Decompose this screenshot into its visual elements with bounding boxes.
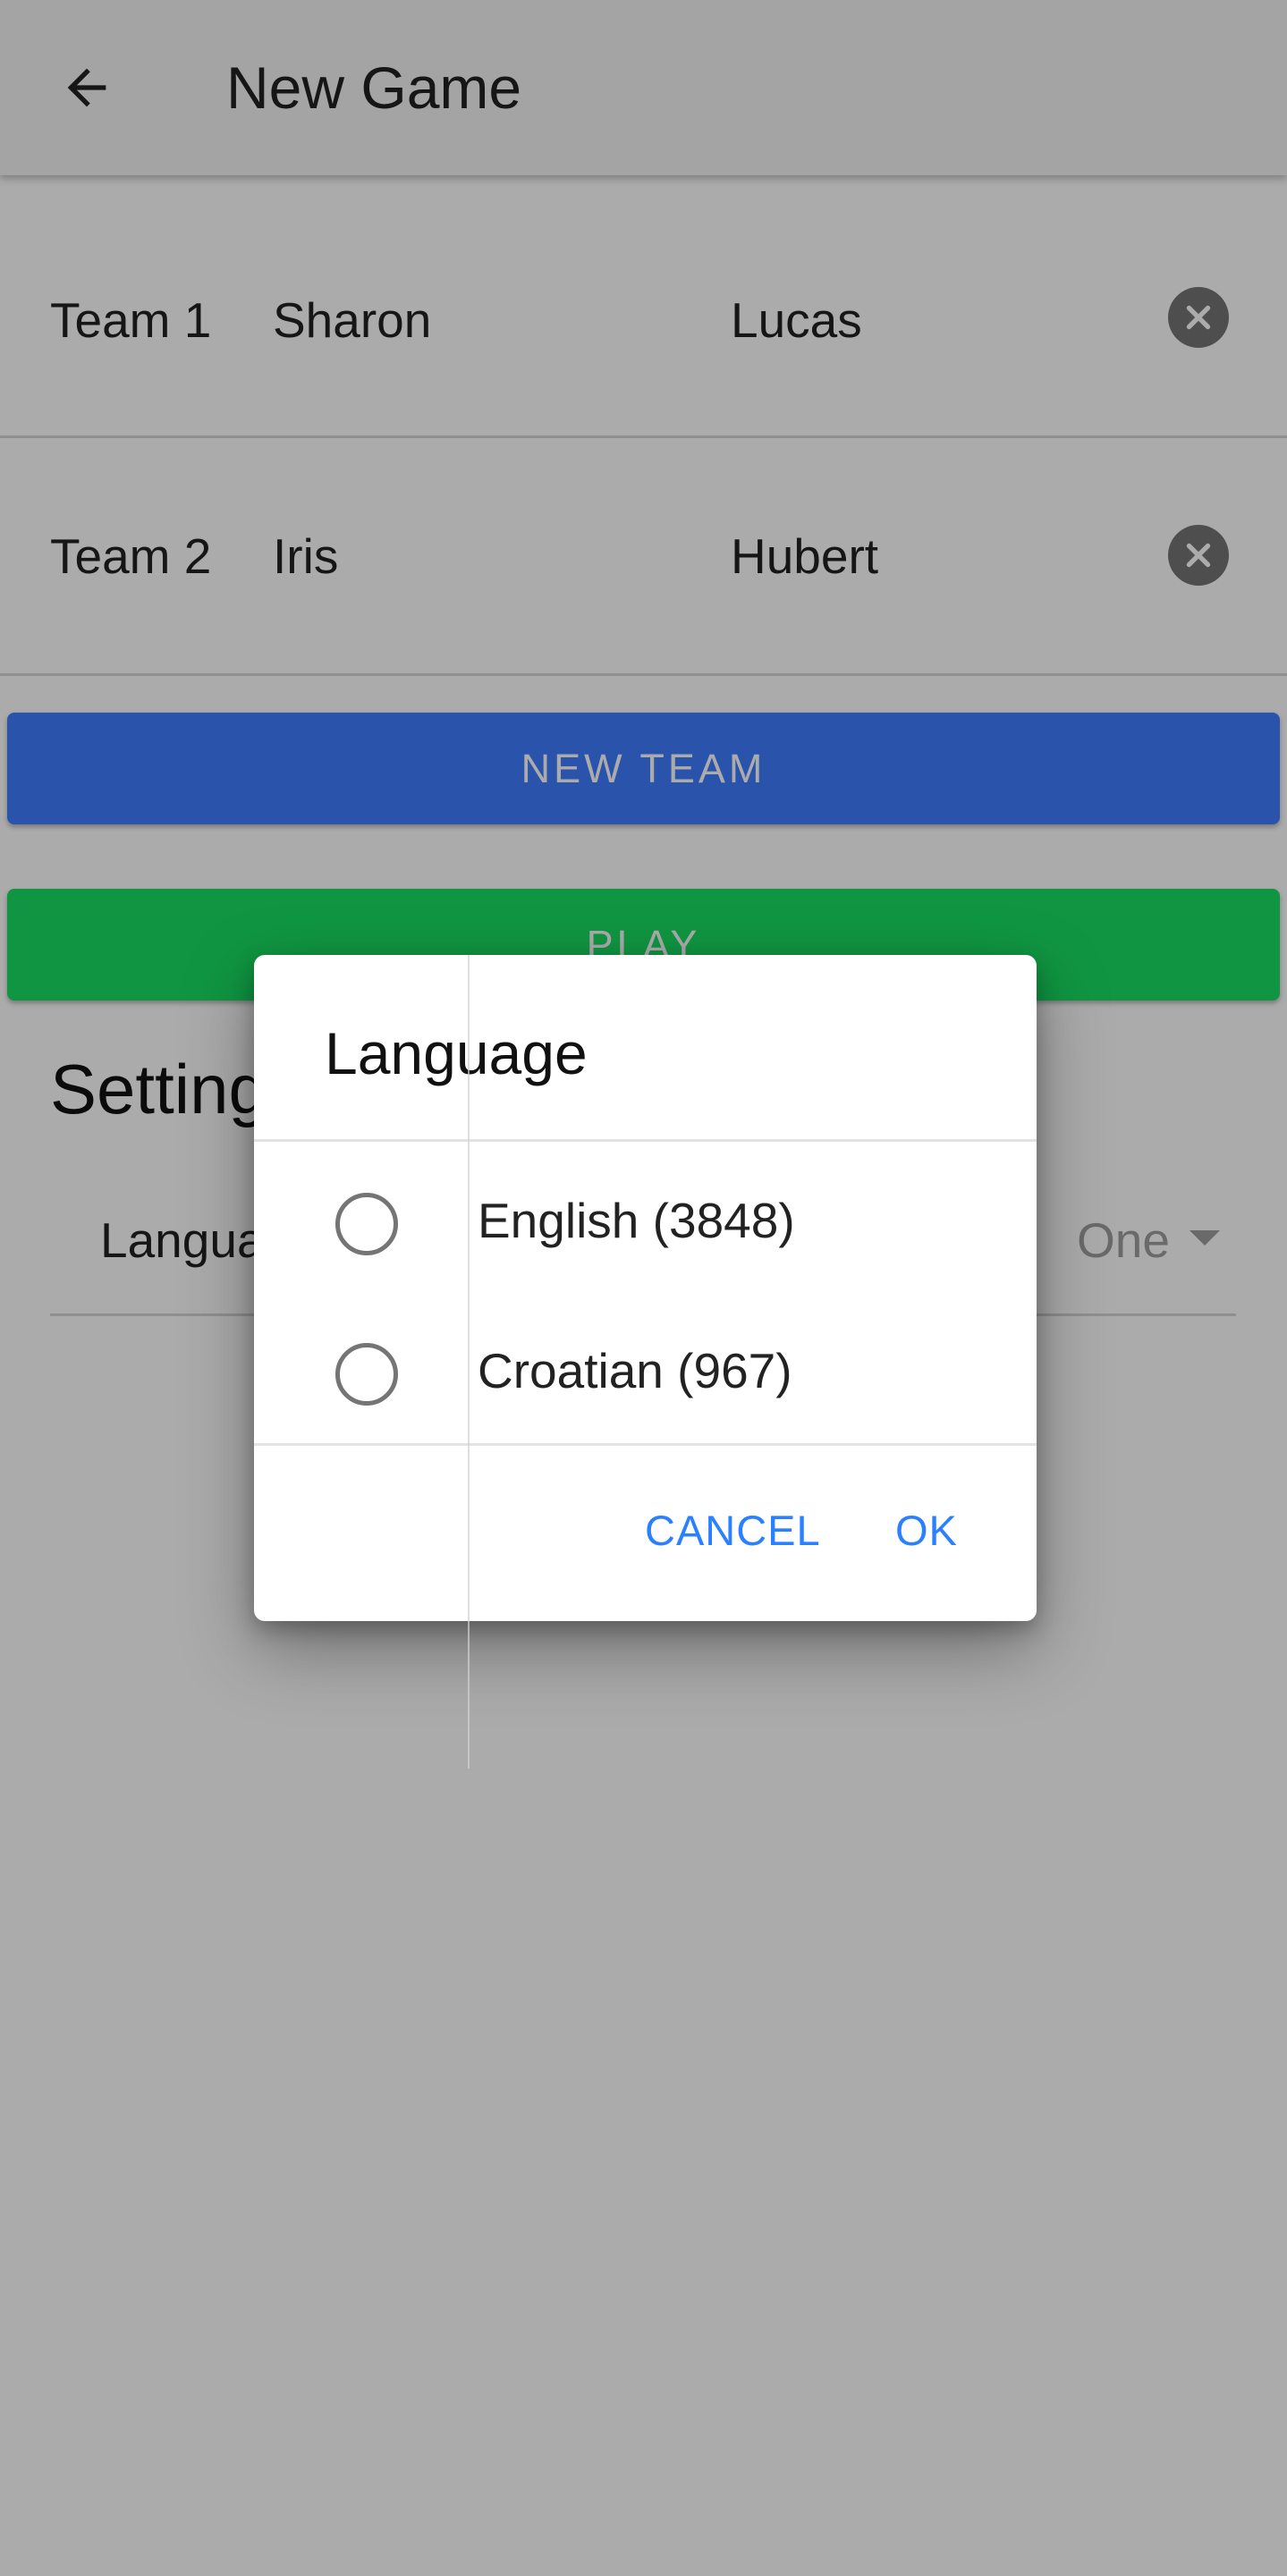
dialog-actions: CANCEL OK [254,1446,1037,1621]
divider [468,955,470,1769]
option-label: Croatian (967) [478,1343,792,1398]
radio-button[interactable] [335,1193,398,1255]
radio-button[interactable] [335,1343,398,1406]
cancel-button[interactable]: CANCEL [645,1499,821,1562]
option-label: English (3848) [478,1193,795,1248]
divider [254,1139,1037,1142]
language-option-english[interactable]: English (3848) [254,1193,1037,1354]
dialog-title: Language [325,1020,588,1086]
ok-button[interactable]: OK [895,1499,958,1562]
language-dialog: Language English (3848) Croatian (967) C… [254,955,1037,1621]
